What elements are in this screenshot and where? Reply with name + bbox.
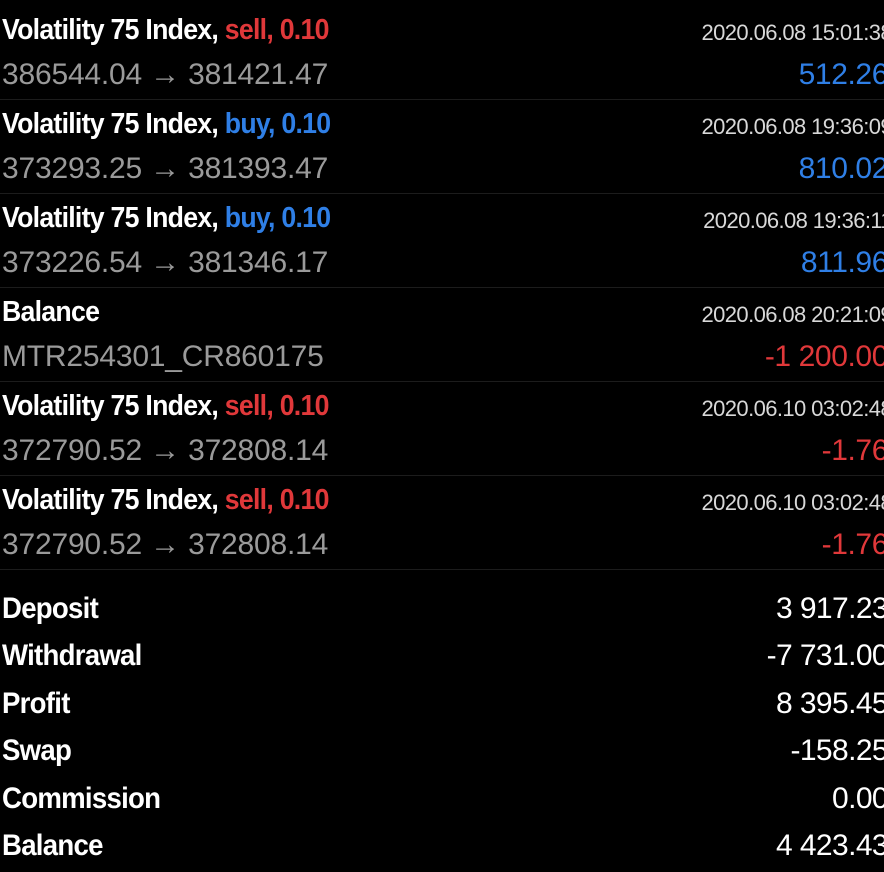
summary-label: Swap bbox=[2, 734, 72, 768]
summary-row-swap: Swap -158.25 bbox=[0, 730, 884, 777]
deal-row[interactable]: Volatility 75 Index, sell, 0.10 2020.06.… bbox=[0, 382, 884, 476]
summary-value: 0.00 bbox=[832, 781, 884, 815]
summary-value: 3 917.23 bbox=[776, 592, 884, 625]
deal-side: sell, 0.10 bbox=[224, 390, 330, 422]
summary-row-commission: Commission 0.00 bbox=[0, 778, 884, 825]
deal-title: Volatility 75 Index, buy, 0.10 bbox=[2, 108, 331, 141]
deal-history-list: Volatility 75 Index, sell, 0.10 2020.06.… bbox=[0, 6, 884, 570]
summary-label: Profit bbox=[2, 686, 70, 720]
deal-time: 2020.06.08 20:21:09 bbox=[701, 302, 884, 327]
summary-value: -158.25 bbox=[790, 734, 884, 768]
deal-time: 2020.06.08 15:01:38 bbox=[701, 20, 884, 45]
deal-time: 2020.06.10 03:02:48 bbox=[701, 396, 884, 421]
deal-profit: 810.02 bbox=[798, 152, 884, 185]
balance-row[interactable]: Balance 2020.06.08 20:21:09 MTR254301_CR… bbox=[0, 288, 884, 382]
deal-profit: 811.96 bbox=[800, 246, 884, 279]
deal-symbol: Volatility 75 Index, bbox=[2, 390, 219, 422]
deal-prices: 373226.54 → 381346.17 bbox=[2, 246, 329, 279]
deal-prices: 372790.52 → 372808.14 bbox=[2, 434, 329, 467]
summary-value: 4 423.43 bbox=[776, 828, 884, 862]
deal-side: buy, 0.10 bbox=[224, 202, 331, 234]
deal-time: 2020.06.10 03:02:48 bbox=[701, 490, 884, 515]
summary-label: Deposit bbox=[2, 592, 99, 625]
summary-label: Withdrawal bbox=[2, 639, 142, 673]
deal-profit: -1.76 bbox=[821, 528, 884, 561]
deal-row[interactable]: Volatility 75 Index, buy, 0.10 2020.06.0… bbox=[0, 100, 884, 194]
deal-title: Balance bbox=[2, 296, 100, 329]
deal-profit: 512.26 bbox=[798, 58, 884, 91]
deal-prices: 373293.25 → 381393.47 bbox=[2, 152, 329, 185]
summary-value: -7 731.00 bbox=[766, 639, 884, 673]
summary-value: 8 395.45 bbox=[776, 686, 884, 720]
deal-symbol: Volatility 75 Index, bbox=[2, 14, 219, 46]
deal-title: Volatility 75 Index, buy, 0.10 bbox=[2, 202, 331, 235]
deal-title: Volatility 75 Index, sell, 0.10 bbox=[2, 484, 329, 517]
deal-time: 2020.06.08 19:36:11 bbox=[703, 208, 884, 233]
deal-title: Volatility 75 Index, sell, 0.10 bbox=[2, 14, 329, 47]
deal-symbol: Volatility 75 Index, bbox=[2, 484, 219, 516]
summary-label: Commission bbox=[2, 781, 161, 815]
deal-row[interactable]: Volatility 75 Index, buy, 0.10 2020.06.0… bbox=[0, 194, 884, 288]
deal-profit: -1 200.00 bbox=[764, 340, 884, 373]
deal-side: sell, 0.10 bbox=[224, 14, 330, 46]
balance-comment: MTR254301_CR860175 bbox=[2, 340, 324, 373]
summary-row-balance: Balance 4 423.43 bbox=[0, 825, 884, 872]
deal-prices: 386544.04 → 381421.47 bbox=[2, 58, 329, 91]
deal-side: sell, 0.10 bbox=[224, 484, 330, 516]
summary-row-deposit: Deposit 3 917.23 bbox=[0, 588, 884, 635]
summary-row-profit: Profit 8 395.45 bbox=[0, 683, 884, 730]
deal-side: buy, 0.10 bbox=[224, 108, 331, 140]
account-summary: Deposit 3 917.23 Withdrawal -7 731.00 Pr… bbox=[0, 588, 884, 872]
deal-prices: 372790.52 → 372808.14 bbox=[2, 528, 329, 561]
deal-symbol: Balance bbox=[2, 296, 100, 328]
deal-time: 2020.06.08 19:36:09 bbox=[701, 114, 884, 139]
deal-row[interactable]: Volatility 75 Index, sell, 0.10 2020.06.… bbox=[0, 476, 884, 570]
deal-symbol: Volatility 75 Index, bbox=[2, 202, 219, 234]
deal-symbol: Volatility 75 Index, bbox=[2, 108, 219, 140]
summary-label: Balance bbox=[2, 828, 103, 862]
deal-row[interactable]: Volatility 75 Index, sell, 0.10 2020.06.… bbox=[0, 6, 884, 100]
summary-row-withdrawal: Withdrawal -7 731.00 bbox=[0, 635, 884, 682]
deal-title: Volatility 75 Index, sell, 0.10 bbox=[2, 390, 329, 423]
deal-profit: -1.76 bbox=[821, 434, 884, 467]
